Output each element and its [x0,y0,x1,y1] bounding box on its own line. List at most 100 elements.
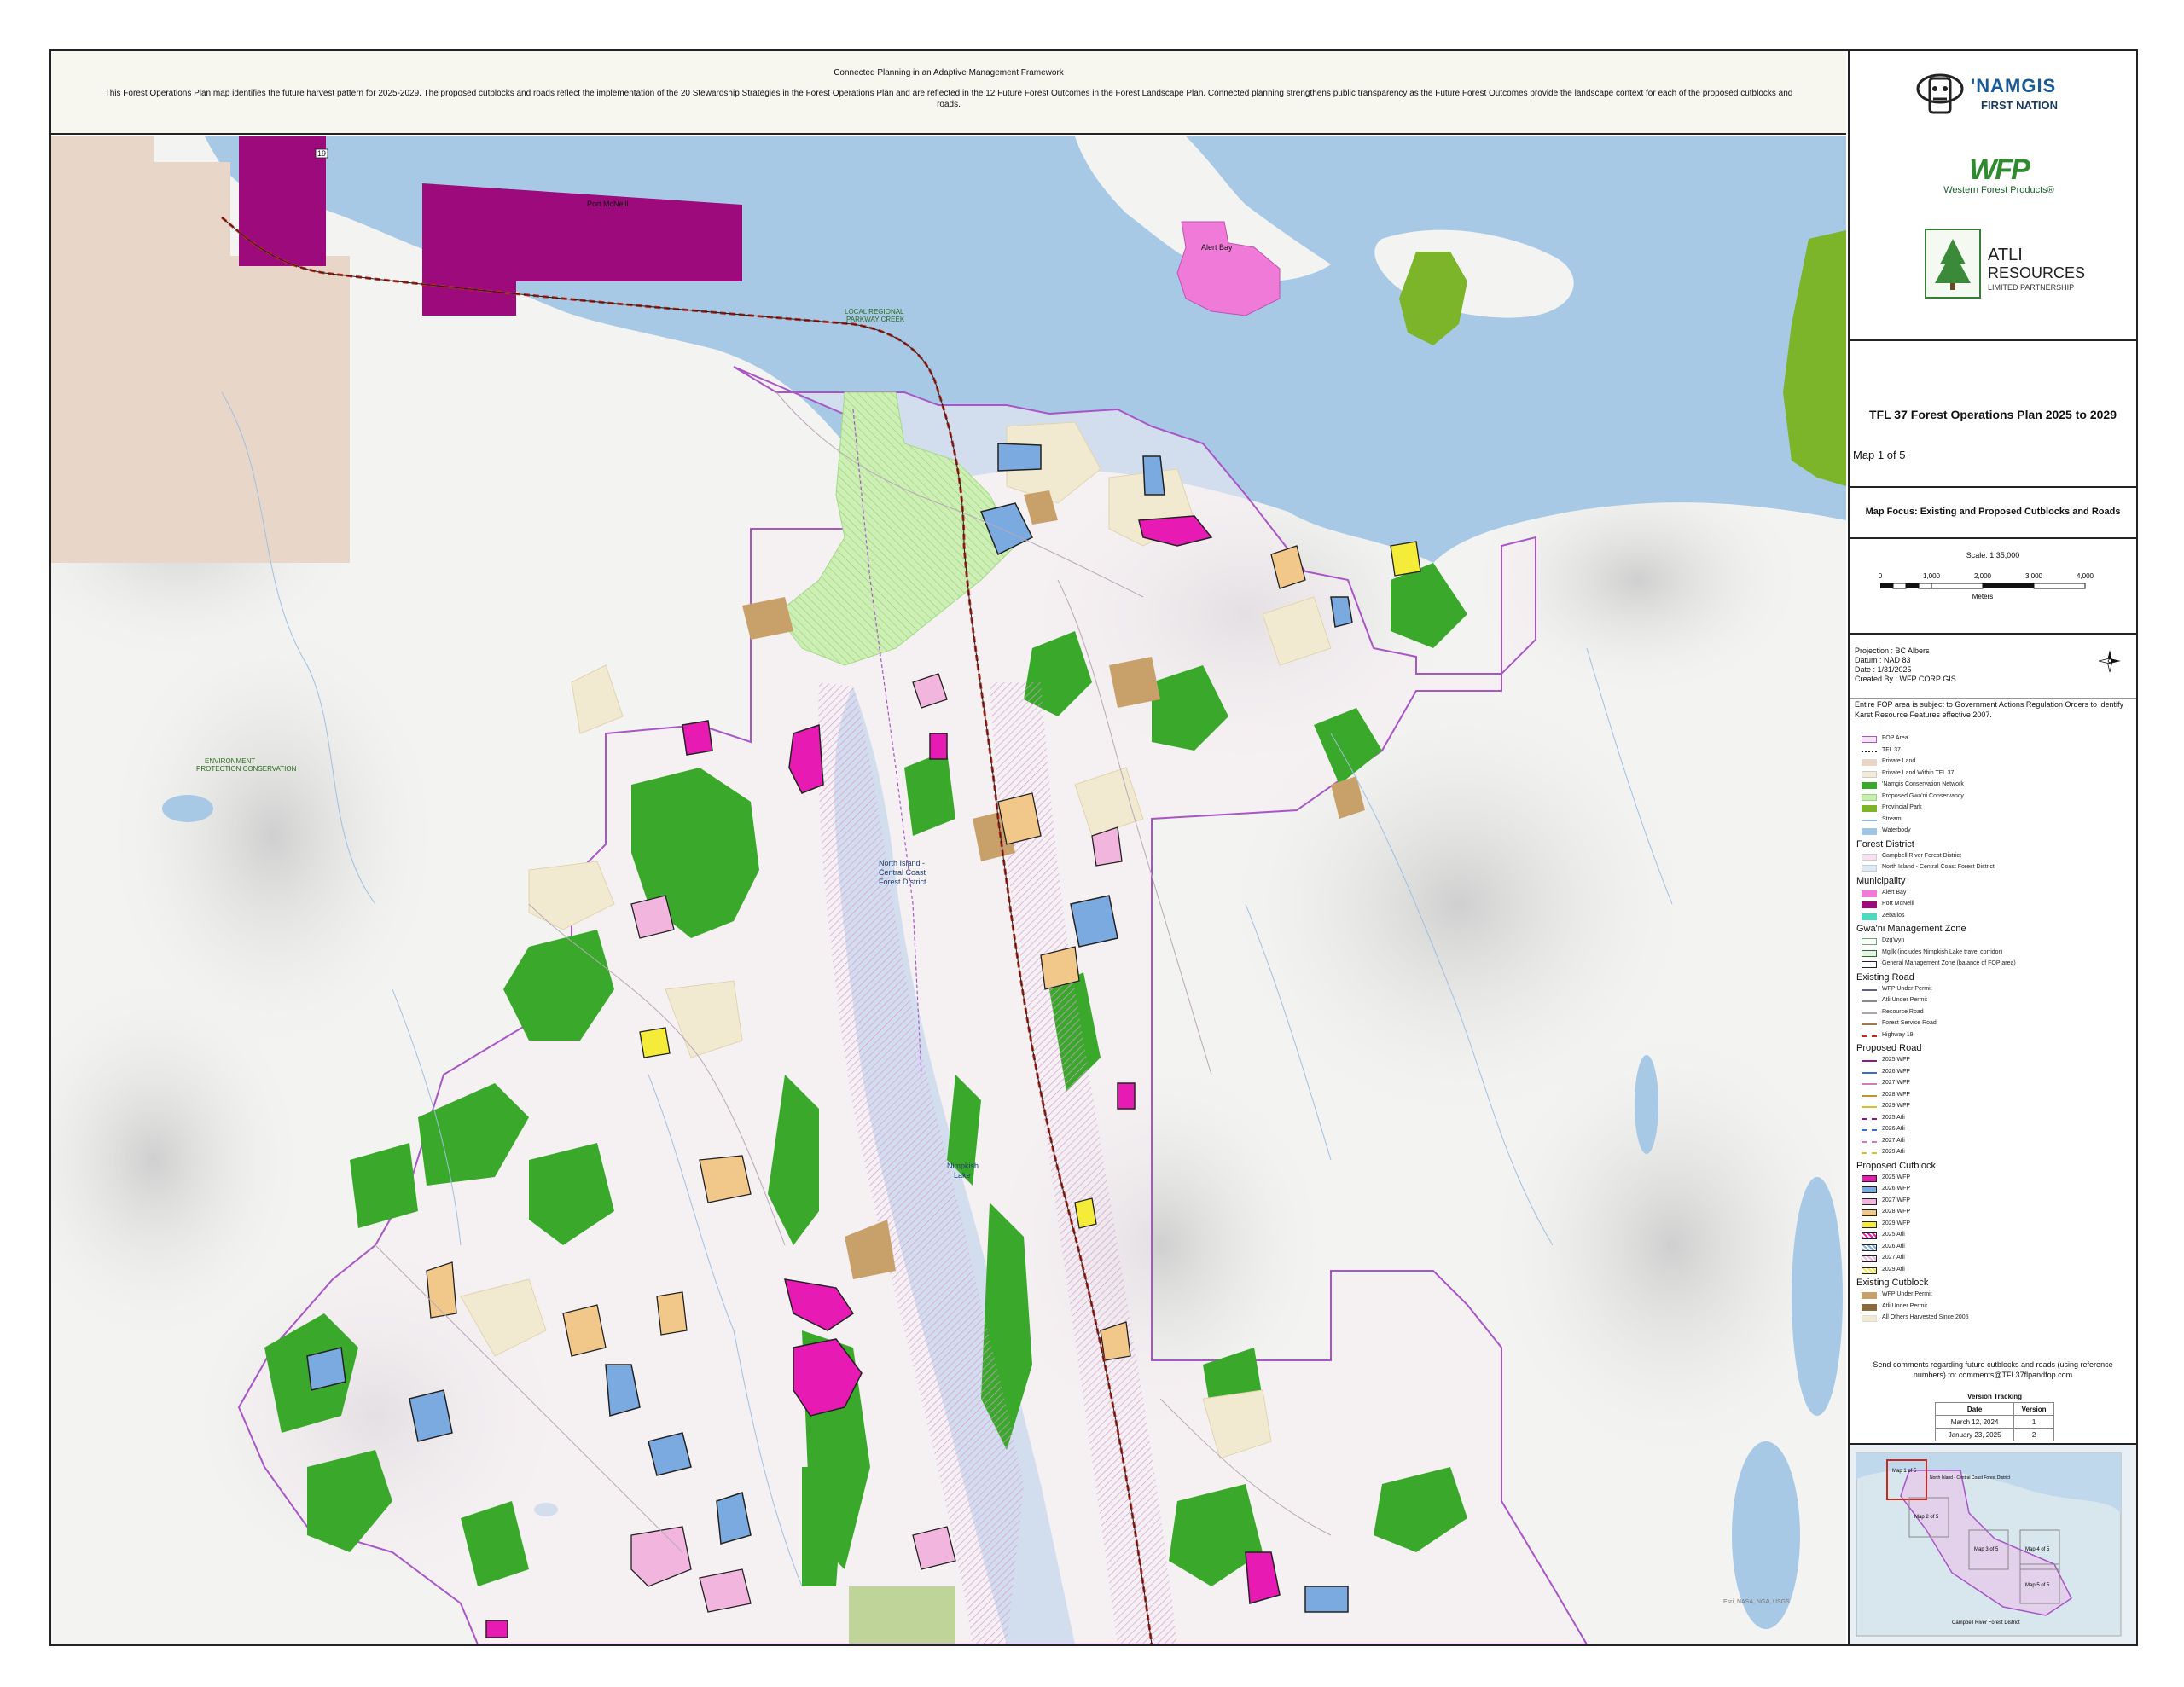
legend-item: 2026 Atli [1855,1124,2133,1136]
label-credits: Esri, NASA, NGA, USGS [1723,1599,1790,1605]
legend-label: Dzg'wyn [1882,937,1905,943]
legend-label: Atli Under Permit [1882,1302,1927,1309]
legend-line-swatch [1862,1035,1877,1037]
legend-heading: Forest District [1855,838,2133,851]
legend-item: Forest Service Road [1855,1018,2133,1030]
legend-line-swatch [1862,1094,1877,1097]
legend-label: All Others Harvested Since 2005 [1882,1314,1969,1320]
namgis-logo: 'NAMGIS FIRST NATION [1914,70,2085,121]
legend-label: Alert Bay [1882,889,1907,896]
legend-item: FOP Area [1855,733,2133,745]
legend-item: 2027 Atli [1855,1136,2133,1148]
map-number: Map 1 of 5 [1853,449,1906,461]
header-description: This Forest Operations Plan map identifi… [104,89,1793,109]
legend-label: Zeballos [1882,912,1905,919]
legend-item: 2029 Atli [1855,1265,2133,1277]
label-nimpkish-1: Nimpkish [947,1162,979,1170]
legend-label: Proposed Gwa'ni Conservancy [1882,792,1964,799]
legend-item: 2028 WFP [1855,1090,2133,1102]
legend-fill-swatch [1862,736,1877,743]
inset-label-3: Map 3 of 5 [1974,1547,1999,1552]
logos-section: 'NAMGIS FIRST NATION WFP Western Forest … [1850,51,2136,341]
legend-fill-swatch [1862,1197,1877,1205]
map-canvas[interactable]: 19 Port McNeill Alert Bay North Island -… [51,136,1846,1644]
legend-item: 2025 Atli [1855,1113,2133,1125]
datum-text: Datum : NAD 83 [1855,656,1911,664]
legend-item: WFP Under Permit [1855,1290,2133,1301]
legend-label: 2029 WFP [1882,1220,1911,1226]
legend-item: Atli Under Permit [1855,995,2133,1007]
highway-shield: 19 [317,149,326,158]
label-district-3: Forest District [879,878,926,886]
legend-line-swatch [1862,1083,1877,1085]
legend-label: 2026 Atli [1882,1243,1905,1249]
legend-label: Port McNeill [1882,901,1914,907]
label-port-mcneill: Port McNeill [587,200,629,208]
legend-item: Provincial Park [1855,803,2133,815]
scale-tick-2: 2,000 [1974,572,1992,580]
legend-heading-text: Existing Road [1856,971,1914,983]
legend-label: Atli Under Permit [1882,997,1927,1003]
inset-map: Map 1 of 5 North Island - Central Coast … [1850,1445,2136,1644]
projection-section: Projection : BC Albers Datum : NAD 83 Da… [1850,635,2136,699]
legend-item: 'Nam̱gis Conservation Network [1855,780,2133,791]
focus-section: Map Focus: Existing and Proposed Cutbloc… [1850,488,2136,539]
legend-label: WFP Under Permit [1882,985,1932,992]
title-section: TFL 37 Forest Operations Plan 2025 to 20… [1850,341,2136,488]
legend-fill-swatch [1862,901,1877,908]
wfp-mark: WFP [1969,154,2030,186]
legend-heading: Proposed Road [1855,1041,2133,1055]
version-row-date: March 12, 2024 [1934,1415,2015,1429]
atli-emblem-icon [1925,229,1981,299]
inset-label-1: Map 1 of 5 [1892,1469,1917,1474]
legend-label: Mgilk (includes Nimpkish Lake travel cor… [1882,948,2003,955]
legend-item: WFP Under Permit [1855,984,2133,996]
atli-name-3: LIMITED PARTNERSHIP [1988,283,2075,292]
legend-fill-swatch [1862,913,1877,920]
inset-label-4: Map 4 of 5 [2025,1547,2050,1552]
legend-item: Dzg'wyn [1855,936,2133,948]
legend-item: 2026 WFP [1855,1184,2133,1196]
legend-line-swatch [1862,819,1877,821]
karst-note: Entire FOP area is subject to Government… [1855,700,2123,719]
legend-item: 2026 Atli [1855,1242,2133,1254]
map-header: Connected Planning in an Adaptive Manage… [51,51,1846,135]
scale-unit: Meters [1972,593,1993,600]
label-parkway-1: LOCAL REGIONAL [845,308,904,316]
legend-fill-swatch [1862,1244,1877,1251]
legend-item: 2025 Atli [1855,1230,2133,1242]
legend-line-swatch [1862,1000,1877,1002]
legend-label: 2027 WFP [1882,1080,1911,1086]
legend-heading: Municipality [1855,874,2133,888]
legend-fill-swatch [1862,1292,1877,1299]
legend-fill-swatch [1862,1315,1877,1322]
legend-item: TFL 37 [1855,745,2133,757]
version-row-version: 2 [2013,1428,2054,1441]
lake-small-4 [1792,1177,1843,1416]
scale-tick-4: 4,000 [2077,572,2094,580]
legend-label: 2026 Atli [1882,1126,1905,1132]
port-mcneill-municipality [239,136,326,266]
legend-item: Highway 19 [1855,1030,2133,1042]
version-row-date: January 23, 2025 [1934,1428,2015,1441]
legend-label: Forest Service Road [1882,1020,1937,1026]
side-panel: 'NAMGIS FIRST NATION WFP Western Forest … [1848,51,2136,1644]
legend-item: Alert Bay [1855,888,2133,900]
legend-item: Mgilk (includes Nimpkish Lake travel cor… [1855,948,2133,959]
legend-label: Private Land [1882,758,1916,764]
legend-label: 2028 WFP [1882,1091,1911,1098]
legend-heading-text: Forest District [1856,838,1914,849]
legend-label: Stream [1882,815,1902,822]
map-svg[interactable]: 19 Port McNeill Alert Bay North Island -… [51,136,1846,1644]
legend-label: Resource Road [1882,1008,1924,1015]
legend-fill-swatch [1862,961,1877,968]
label-alert-bay: Alert Bay [1201,243,1233,252]
legend-fill-swatch [1862,770,1877,778]
legend-label: Waterbody [1882,827,1911,833]
legend-item: General Management Zone (balance of FOP … [1855,959,2133,971]
legend-fill-swatch [1862,1209,1877,1216]
legend-item: 2025 WFP [1855,1173,2133,1185]
lake-small-1 [162,795,213,822]
legend-fill-swatch [1862,853,1877,861]
legend-label: 2027 WFP [1882,1197,1911,1203]
